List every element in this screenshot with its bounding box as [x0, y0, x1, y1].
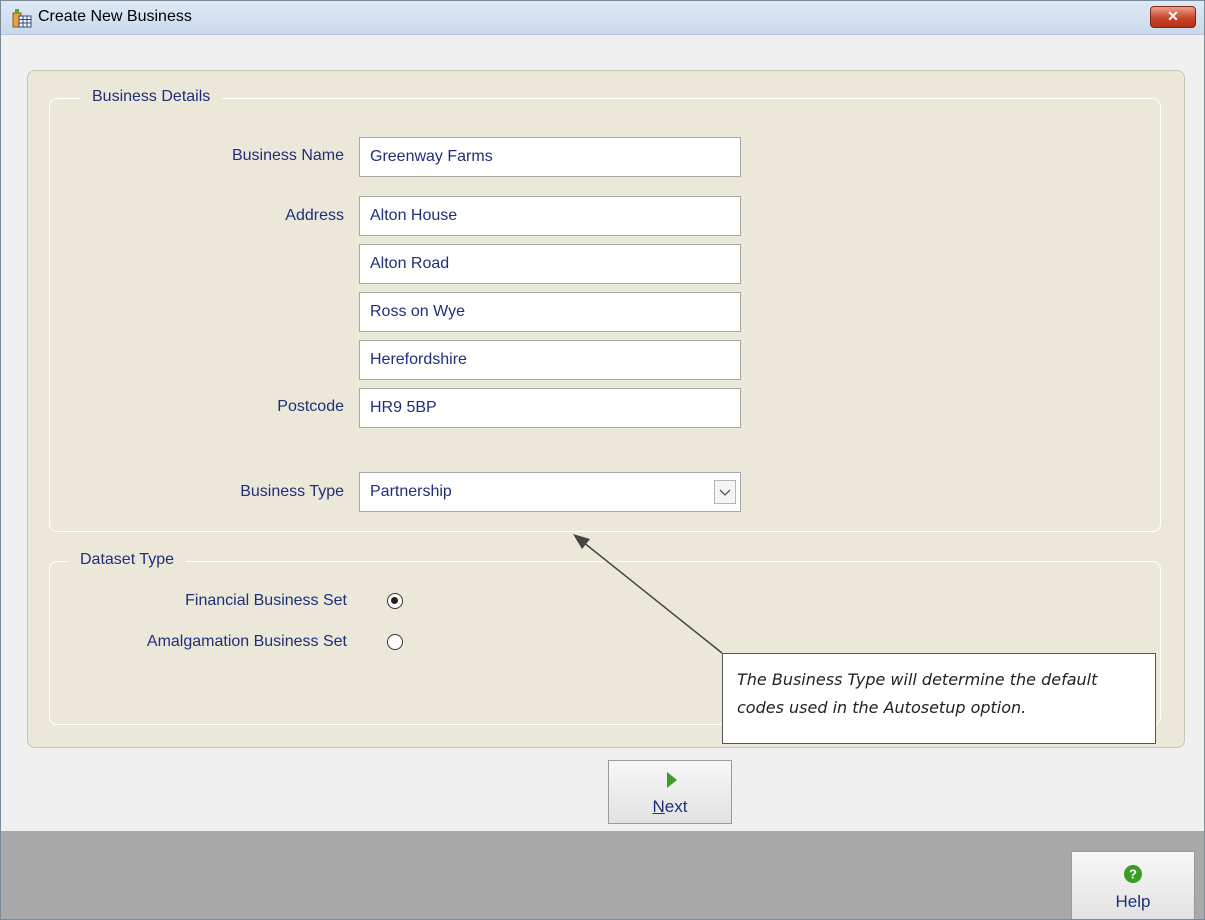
dropdown-toggle[interactable] [714, 480, 736, 504]
address-line-1-field[interactable]: Alton House [359, 196, 741, 236]
question-circle-icon: ? [1124, 865, 1142, 883]
amalgamation-business-set-radio[interactable] [387, 634, 403, 650]
postcode-label: Postcode [277, 398, 344, 415]
address-line-2-field[interactable]: Alton Road [359, 244, 741, 284]
close-button[interactable]: ✕ [1150, 6, 1196, 28]
next-button[interactable]: Next [608, 760, 732, 824]
chevron-down-icon [719, 489, 731, 496]
dataset-type-legend: Dataset Type [68, 551, 186, 569]
business-type-dropdown[interactable]: Partnership [359, 472, 741, 512]
business-name-label: Business Name [231, 147, 344, 164]
amalgamation-business-set-label: Amalgamation Business Set [146, 633, 347, 650]
callout-note: The Business Type will determine the def… [722, 653, 1156, 744]
callout-text: The Business Type will determine the def… [737, 670, 1098, 717]
next-button-label: Next [652, 797, 688, 816]
postcode-field[interactable]: HR9 5BP [359, 388, 741, 428]
help-button[interactable]: ? Help [1071, 851, 1195, 919]
svg-text:?: ? [1129, 867, 1137, 882]
financial-business-set-radio[interactable] [387, 593, 403, 609]
address-label: Address [285, 207, 344, 224]
business-type-label: Business Type [240, 483, 344, 500]
footer-bar [1, 831, 1204, 919]
financial-business-set-label: Financial Business Set [185, 592, 347, 609]
address-line-4-field[interactable]: Herefordshire [359, 340, 741, 380]
business-name-field[interactable]: Greenway Farms [359, 137, 741, 177]
close-icon: ✕ [1167, 8, 1179, 24]
business-details-legend: Business Details [80, 88, 223, 106]
spreadsheet-icon [12, 9, 32, 28]
window-title: Create New Business [38, 8, 192, 25]
address-line-3-field[interactable]: Ross on Wye [359, 292, 741, 332]
help-button-label: Help [1115, 892, 1151, 911]
title-bar: Create New Business ✕ [1, 1, 1204, 35]
business-type-value: Partnership [370, 483, 452, 500]
create-business-window: Create New Business ✕ Business Details B… [0, 0, 1205, 920]
main-panel: Business Details Business Name Greenway … [27, 70, 1185, 748]
play-arrow-icon [667, 772, 677, 788]
